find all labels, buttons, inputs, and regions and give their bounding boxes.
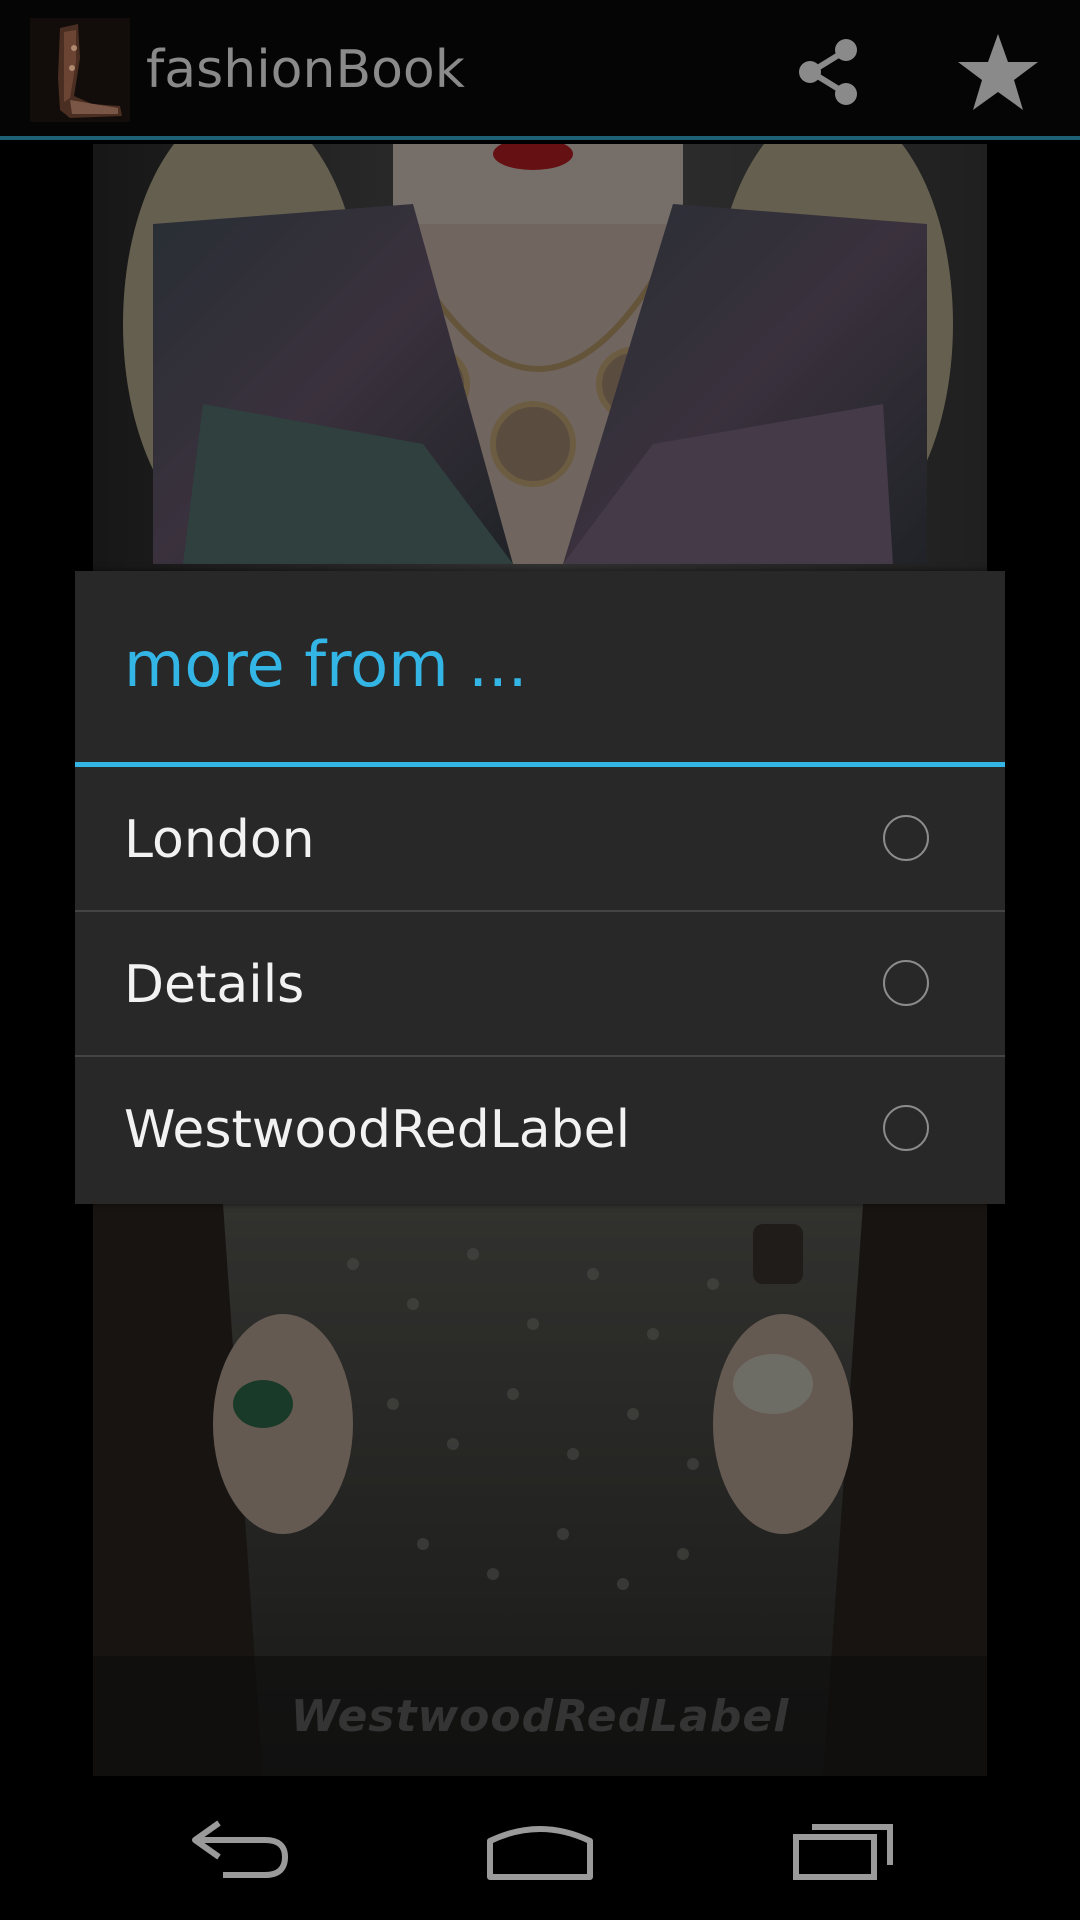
home-button[interactable] <box>470 1796 610 1900</box>
radio-button-westwoodredlabel[interactable] <box>883 1105 929 1151</box>
option-label: Details <box>124 955 305 1015</box>
share-icon <box>799 39 857 105</box>
recent-apps-icon <box>793 1824 893 1880</box>
app-logo-icon[interactable] <box>30 18 130 122</box>
back-icon <box>192 1820 289 1878</box>
option-westwoodredlabel[interactable]: WestwoodRedLabel <box>75 1057 1005 1202</box>
app-title: fashionBook <box>146 40 465 100</box>
system-nav-bar <box>0 1776 1080 1920</box>
more-from-dialog: more from ... London Details WestwoodRed… <box>75 571 1005 1204</box>
dialog-title: more from ... <box>124 628 528 701</box>
radio-button-london[interactable] <box>883 815 929 861</box>
option-details[interactable]: Details <box>75 912 1005 1057</box>
option-label: WestwoodRedLabel <box>124 1100 631 1160</box>
option-label: London <box>124 810 315 870</box>
home-icon <box>487 1826 593 1880</box>
recent-apps-button[interactable] <box>775 1796 915 1900</box>
radio-button-details[interactable] <box>883 960 929 1006</box>
favorite-button[interactable] <box>946 26 1050 118</box>
share-button[interactable] <box>780 28 876 116</box>
back-button[interactable] <box>170 1796 310 1900</box>
action-bar: fashionBook <box>0 0 1080 140</box>
star-icon <box>958 34 1038 110</box>
option-london[interactable]: London <box>75 767 1005 912</box>
